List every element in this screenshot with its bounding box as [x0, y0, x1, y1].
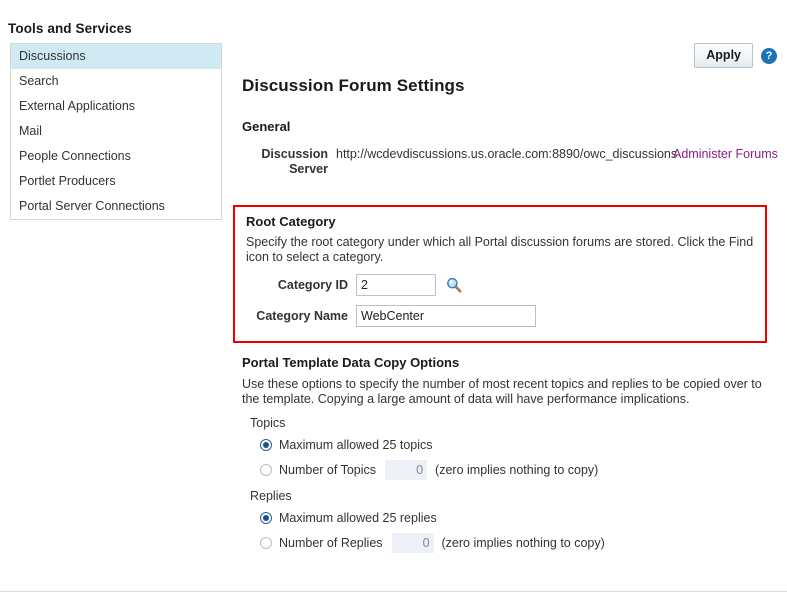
copy-options-description: Use these options to specify the number …: [242, 377, 762, 406]
apply-button[interactable]: Apply: [694, 43, 753, 68]
main-content: Apply ? Discussion Forum Settings Genera…: [233, 0, 787, 592]
replies-number-row[interactable]: Number of Replies (zero implies nothing …: [260, 533, 776, 553]
topics-number-label: Number of Topics: [279, 463, 377, 477]
topics-number-hint: (zero implies nothing to copy): [435, 463, 599, 477]
replies-group-label: Replies: [250, 489, 292, 503]
radio-replies-number[interactable]: [260, 537, 272, 549]
topics-number-input[interactable]: [385, 460, 428, 480]
sidebar-item-external-applications[interactable]: External Applications: [11, 94, 221, 119]
root-category-heading: Root Category: [246, 214, 336, 229]
topics-max-label: Maximum allowed 25 topics: [279, 438, 433, 452]
page-title: Discussion Forum Settings: [242, 76, 465, 95]
category-id-label: Category ID: [277, 278, 348, 292]
topics-max-row[interactable]: Maximum allowed 25 topics: [260, 438, 776, 452]
sidebar-item-portlet-producers[interactable]: Portlet Producers: [11, 169, 221, 194]
sidebar-item-search[interactable]: Search: [11, 69, 221, 94]
administer-forums-link[interactable]: Administer Forums: [673, 147, 778, 161]
page-toolbar: Apply ?: [694, 43, 777, 68]
replies-number-label: Number of Replies: [279, 536, 383, 550]
topics-number-row[interactable]: Number of Topics (zero implies nothing t…: [260, 460, 776, 480]
copy-options-heading: Portal Template Data Copy Options: [242, 355, 460, 370]
discussion-server-value: http://wcdevdiscussions.us.oracle.com:88…: [336, 147, 678, 161]
category-id-row: Category ID: [246, 274, 765, 296]
sidebar-item-mail[interactable]: Mail: [11, 119, 221, 144]
replies-number-input[interactable]: [391, 533, 434, 553]
radio-replies-maximum[interactable]: [260, 512, 272, 524]
radio-topics-maximum[interactable]: [260, 439, 272, 451]
general-heading: General: [242, 119, 291, 134]
tools-and-services-panel: Tools and Services Discussions Search Ex…: [0, 0, 232, 592]
topics-group-label: Topics: [250, 416, 286, 430]
panel-header: Tools and Services: [0, 17, 232, 39]
discussion-server-label: Discussion Server: [261, 147, 328, 176]
replies-max-row[interactable]: Maximum allowed 25 replies: [260, 511, 776, 525]
sidebar-item-discussions[interactable]: Discussions: [11, 44, 221, 69]
replies-max-label: Maximum allowed 25 replies: [279, 511, 437, 525]
help-question-icon[interactable]: ?: [761, 47, 777, 64]
radio-topics-number[interactable]: [260, 464, 272, 476]
category-name-label: Category Name: [256, 309, 348, 323]
category-id-input[interactable]: [356, 274, 436, 296]
panel-title: Tools and Services: [8, 20, 132, 36]
sidebar-item-portal-server-connections[interactable]: Portal Server Connections: [11, 194, 221, 219]
category-name-row: Category Name: [246, 305, 765, 327]
root-category-description: Specify the root category under which al…: [246, 235, 754, 264]
root-category-section: Root Category Specify the root category …: [233, 205, 767, 343]
tools-nav-list: Discussions Search External Applications…: [10, 43, 222, 220]
replies-number-hint: (zero implies nothing to copy): [441, 536, 605, 550]
collapse-chevron-icon[interactable]: [0, 20, 5, 36]
copy-options-section: Portal Template Data Copy Options Use th…: [242, 355, 776, 553]
general-section: General Discussion Server http://wcdevdi…: [242, 119, 778, 187]
category-name-input[interactable]: [356, 305, 536, 327]
sidebar-item-people-connections[interactable]: People Connections: [11, 144, 221, 169]
magnifier-find-icon[interactable]: [446, 277, 462, 293]
